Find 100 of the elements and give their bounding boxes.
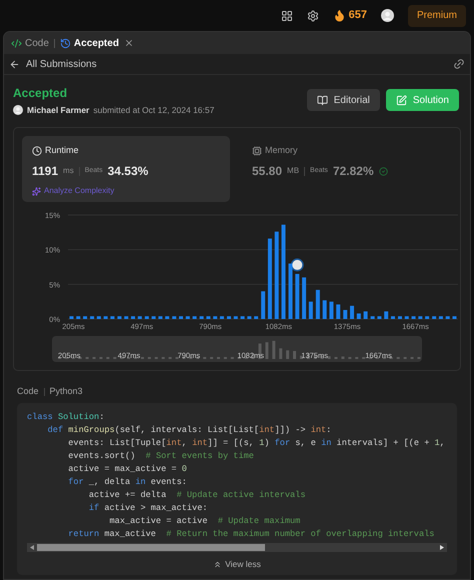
- bar: [384, 311, 388, 319]
- bar: [90, 316, 94, 319]
- bar: [76, 316, 80, 319]
- bar: [110, 316, 114, 319]
- bar: [206, 316, 210, 319]
- author-name[interactable]: Michael Farmer: [27, 104, 90, 117]
- bar: [220, 316, 224, 319]
- bar: [329, 301, 334, 319]
- code-label: Code: [17, 384, 39, 398]
- beats-value: 72.82%: [332, 163, 374, 180]
- bar: [398, 316, 402, 319]
- bar: [356, 313, 361, 319]
- streak-count: 657: [348, 8, 367, 24]
- apps-icon[interactable]: [280, 10, 293, 22]
- code-line: events.sort() # Sort events by time: [67, 450, 254, 464]
- edit-icon: [396, 94, 407, 106]
- avatar-icon: [380, 9, 394, 22]
- language-label: Python3: [50, 384, 83, 398]
- bar: [247, 316, 252, 319]
- bar: [418, 316, 422, 319]
- view-less-button[interactable]: View less: [213, 558, 261, 571]
- clock-icon: [32, 146, 42, 156]
- bar: [412, 316, 416, 319]
- bar: [152, 316, 156, 319]
- horizontal-scrollbar[interactable]: [27, 543, 447, 552]
- code-line: max_active = active # Update maximum: [108, 515, 300, 528]
- tab[interactable]: Accepted: [58, 36, 135, 50]
- bar: [172, 316, 176, 319]
- bar: [425, 316, 430, 319]
- history-icon: [60, 38, 71, 48]
- bar: [192, 316, 197, 319]
- tab[interactable]: Code: [10, 36, 50, 50]
- chevrons-up-icon: [213, 560, 222, 570]
- bar: [377, 316, 382, 319]
- code-line: active += delta # Update active intervals: [88, 489, 306, 502]
- bar: [446, 316, 450, 319]
- stat-title: Runtime: [45, 144, 79, 157]
- bar: [390, 316, 395, 319]
- bar: [117, 316, 122, 319]
- bar: [438, 316, 443, 319]
- bar: [165, 316, 170, 319]
- close-icon[interactable]: [124, 38, 134, 48]
- bar: [226, 316, 231, 319]
- bar: [364, 311, 368, 319]
- bar: [200, 316, 204, 319]
- code-line: if active > max_active:: [88, 502, 208, 516]
- bar: [350, 306, 354, 319]
- bar: [343, 310, 348, 319]
- settings-icon[interactable]: [306, 10, 319, 22]
- bar: [83, 316, 88, 319]
- code-line: events: List[Tuple[int, int]] = [(s, 1) for s, e in intervals] + [(e + 1,: [67, 437, 445, 450]
- bar: [404, 316, 409, 319]
- bar: [432, 316, 436, 319]
- stat-title: Memory: [265, 144, 298, 157]
- flame-icon[interactable]: [332, 9, 346, 22]
- bar: [295, 274, 300, 319]
- bar: [138, 316, 142, 319]
- bar: [336, 304, 340, 319]
- stat-value: 1191: [32, 163, 58, 180]
- stat-unit: ms: [63, 165, 74, 178]
- code-line: class Solution:: [27, 411, 104, 424]
- scroll-right-icon[interactable]: [440, 545, 444, 550]
- status-title: Accepted: [13, 85, 68, 102]
- code-icon: [11, 38, 22, 48]
- bar: [452, 316, 456, 319]
- bar: [144, 316, 149, 319]
- bar: [158, 316, 162, 319]
- bar: [96, 316, 101, 319]
- bar: [186, 316, 190, 319]
- beats-value: 34.53%: [108, 163, 148, 180]
- code-line: return max_active # Return the maximum number of overlapping intervals: [67, 528, 434, 542]
- bar: [302, 277, 306, 319]
- bar: [213, 316, 218, 319]
- code-line: for _, delta in events:: [67, 476, 187, 490]
- bar: [288, 263, 292, 319]
- premium-button[interactable]: Premium: [408, 4, 466, 26]
- editorial-button[interactable]: Editorial: [306, 89, 380, 112]
- all-submissions-link[interactable]: All Submissions: [26, 56, 97, 72]
- author-avatar-icon: [13, 105, 23, 116]
- stat-value: 55.80: [252, 163, 282, 180]
- bar: [179, 316, 183, 319]
- bar: [131, 316, 136, 319]
- code-line: def minGroups(self, intervals: List[List[int]]) -> int:: [46, 424, 332, 438]
- bar: [240, 316, 245, 319]
- bar: [234, 316, 238, 319]
- scroll-left-icon[interactable]: [30, 545, 34, 550]
- stat-unit: MB: [287, 165, 300, 178]
- bar: [370, 316, 375, 319]
- bar: [124, 316, 128, 319]
- sparkle-icon: [32, 186, 41, 196]
- scrollbar-thumb[interactable]: [37, 544, 265, 552]
- code-line: active = max_active = 0: [67, 463, 187, 476]
- bar: [70, 316, 74, 319]
- book-icon: [316, 94, 328, 106]
- bar: [104, 316, 108, 319]
- bar: [316, 290, 320, 319]
- bar: [254, 316, 258, 319]
- bar: [308, 301, 313, 319]
- bar: [261, 291, 266, 319]
- back-arrow-icon[interactable]: [9, 58, 20, 70]
